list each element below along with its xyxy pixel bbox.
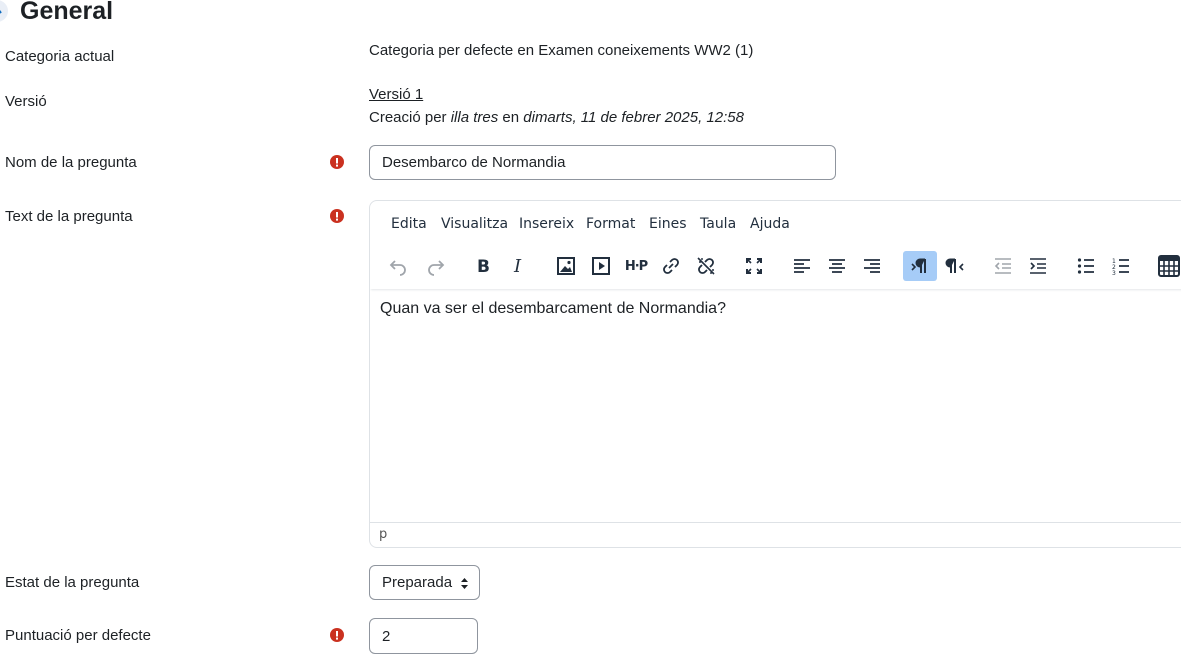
created-user: illa tres bbox=[450, 109, 499, 126]
bold-icon[interactable]: B bbox=[466, 251, 500, 281]
version-created: Creació per illa tres en dimarts, 11 de … bbox=[369, 109, 744, 126]
text-label: Text de la pregunta bbox=[5, 208, 133, 225]
fullscreen-icon[interactable] bbox=[737, 251, 771, 281]
editor-statusbar: p bbox=[370, 522, 1181, 547]
svg-text:3: 3 bbox=[1112, 270, 1116, 276]
status-select[interactable]: Preparada bbox=[369, 565, 480, 600]
outdent-icon[interactable] bbox=[986, 251, 1020, 281]
sort-arrows-icon bbox=[461, 578, 468, 589]
question-name-input[interactable] bbox=[369, 145, 836, 180]
version-label: Versió bbox=[5, 93, 47, 110]
required-icon bbox=[330, 628, 344, 642]
status-select-value: Preparada bbox=[382, 574, 453, 591]
element-path[interactable]: p bbox=[379, 527, 387, 542]
align-left-icon[interactable] bbox=[785, 251, 819, 281]
created-prefix: Creació per bbox=[369, 109, 447, 126]
required-icon bbox=[330, 155, 344, 169]
svg-text:I: I bbox=[513, 256, 522, 276]
svg-text:B: B bbox=[477, 257, 490, 276]
category-label: Categoria actual bbox=[5, 48, 115, 65]
editor-menubar: Edita Visualitza Insereix Format Eines T… bbox=[370, 201, 1181, 247]
version-link[interactable]: Versió 1 bbox=[369, 86, 423, 103]
menu-format[interactable]: Format bbox=[586, 216, 635, 232]
calculator-icon[interactable] bbox=[1152, 251, 1181, 281]
collapse-toggle-icon[interactable] bbox=[0, 0, 8, 22]
link-icon[interactable] bbox=[654, 251, 688, 281]
menu-edit[interactable]: Edita bbox=[391, 216, 427, 232]
rtl-icon[interactable] bbox=[938, 251, 972, 281]
menu-table[interactable]: Taula bbox=[700, 216, 736, 232]
bullet-list-icon[interactable] bbox=[1069, 251, 1103, 281]
undo-icon[interactable] bbox=[382, 251, 416, 281]
editor-content[interactable]: Quan va ser el desembarcament de Normand… bbox=[380, 300, 726, 318]
italic-icon[interactable]: I bbox=[501, 251, 535, 281]
media-icon[interactable] bbox=[584, 251, 618, 281]
default-mark-input[interactable] bbox=[369, 618, 478, 654]
menu-insert[interactable]: Insereix bbox=[519, 216, 574, 232]
required-icon bbox=[330, 209, 344, 223]
ltr-icon[interactable] bbox=[903, 251, 937, 281]
align-right-icon[interactable] bbox=[855, 251, 889, 281]
menu-tools[interactable]: Eines bbox=[649, 216, 687, 232]
redo-icon[interactable] bbox=[418, 251, 452, 281]
editor-toolbar: B I H·P 1 2 3 bbox=[370, 247, 1181, 289]
menu-view[interactable]: Visualitza bbox=[441, 216, 508, 232]
created-mid: en bbox=[502, 109, 520, 126]
name-label: Nom de la pregunta bbox=[5, 154, 137, 171]
points-label: Puntuació per defecte bbox=[5, 627, 151, 644]
status-label: Estat de la pregunta bbox=[5, 574, 140, 591]
image-icon[interactable] bbox=[549, 251, 583, 281]
numbered-list-icon[interactable]: 123 bbox=[1104, 251, 1138, 281]
created-date: dimarts, 11 de febrer 2025, 12:58 bbox=[523, 109, 744, 126]
indent-icon[interactable] bbox=[1021, 251, 1055, 281]
h5p-icon[interactable]: H·P bbox=[619, 251, 653, 281]
menu-help[interactable]: Ajuda bbox=[750, 216, 790, 232]
section-title: General bbox=[20, 0, 114, 25]
rich-text-editor: Edita Visualitza Insereix Format Eines T… bbox=[369, 200, 1181, 548]
unlink-icon[interactable] bbox=[689, 251, 723, 281]
category-value: Categoria per defecte en Examen coneixem… bbox=[369, 42, 754, 59]
align-center-icon[interactable] bbox=[820, 251, 854, 281]
